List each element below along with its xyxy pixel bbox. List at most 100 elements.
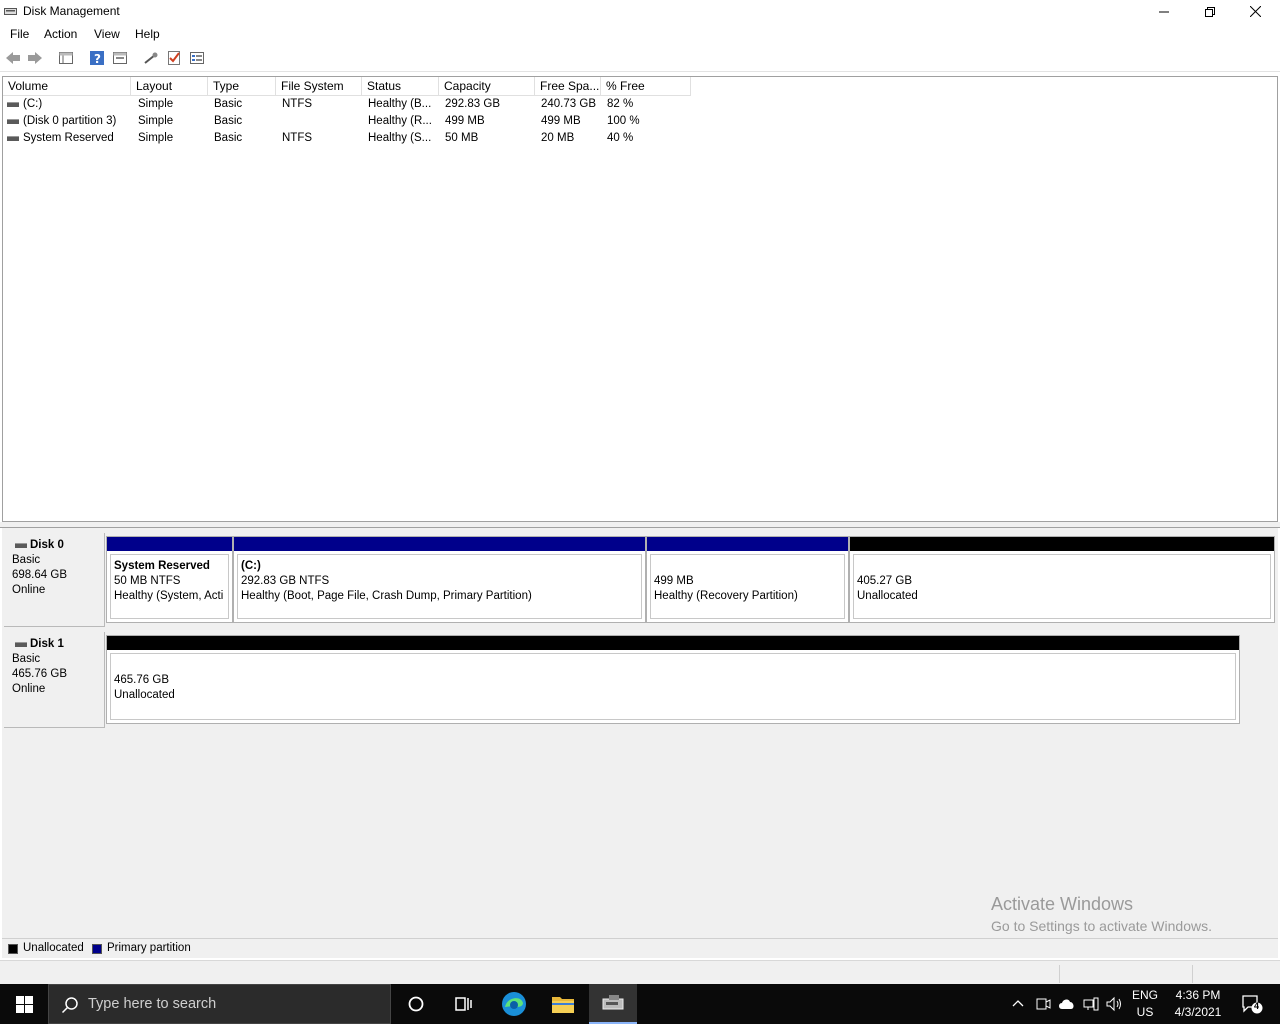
action-center-button[interactable]: 4 <box>1232 984 1272 1024</box>
disk-management-icon <box>4 8 17 15</box>
disk-type: Basic <box>12 653 41 665</box>
disk-icon <box>15 642 27 647</box>
cell-type: Basic <box>214 98 243 110</box>
title-bar: Disk Management <box>0 0 1280 23</box>
properties-icon[interactable] <box>112 50 128 66</box>
windows-logo-icon <box>15 995 33 1013</box>
disk-size: 698.64 GB <box>12 569 67 581</box>
task-view-icon <box>455 997 472 1011</box>
clock[interactable]: 4:36 PM 4/3/2021 <box>1166 988 1230 1019</box>
cell-file-system: NTFS <box>282 98 313 110</box>
checklist-icon[interactable] <box>166 50 182 66</box>
partition-title: System Reserved <box>114 560 210 572</box>
partition-unallocated-disk0[interactable]: 405.27 GB Unallocated <box>849 536 1275 623</box>
column-free-space[interactable]: Free Spa... <box>535 77 601 96</box>
table-row[interactable]: (Disk 0 partition 3) Simple Basic Health… <box>3 113 703 130</box>
taskbar: Type here to search ENG US 4:36 PM 4/3/2… <box>0 984 1280 1024</box>
primary-partition-swatch <box>92 944 102 954</box>
help-icon[interactable]: ? <box>89 50 105 66</box>
toolbar: ? <box>0 44 1280 72</box>
restore-button[interactable] <box>1187 0 1233 23</box>
console-tree-icon[interactable] <box>58 50 74 66</box>
partition-status: Healthy (Boot, Page File, Crash Dump, Pr… <box>241 590 532 602</box>
onedrive-cloud-icon[interactable] <box>1058 997 1076 1010</box>
cell-volume: (Disk 0 partition 3) <box>23 115 117 127</box>
folder-icon <box>552 997 574 1013</box>
disk-map: Disk 0 Basic 698.64 GB Online System Res… <box>2 528 1278 938</box>
cell-status: Healthy (R... <box>368 115 432 127</box>
minimize-icon <box>1159 11 1169 12</box>
partition-title <box>654 559 841 574</box>
drive-icon <box>7 102 19 107</box>
partition-status: Unallocated <box>857 590 918 602</box>
cell-type: Basic <box>214 115 243 127</box>
search-icon <box>61 997 78 1014</box>
column-status[interactable]: Status <box>362 77 439 96</box>
cell-free-space: 240.73 GB <box>541 98 596 110</box>
chevron-up-icon[interactable] <box>1012 998 1024 1008</box>
table-row[interactable]: System Reserved Simple Basic NTFS Health… <box>3 130 703 147</box>
primary-partition-bar <box>234 537 645 551</box>
cell-free-space: 499 MB <box>541 115 581 127</box>
column-volume[interactable]: Volume <box>3 77 131 96</box>
network-icon[interactable] <box>1083 996 1099 1012</box>
partition-c[interactable]: (C:) 292.83 GB NTFS Healthy (Boot, Page … <box>233 536 646 623</box>
partition-system-reserved[interactable]: System Reserved 50 MB NTFS Healthy (Syst… <box>106 536 233 623</box>
table-row[interactable]: (C:) Simple Basic NTFS Healthy (B... 292… <box>3 96 703 113</box>
disk-state: Online <box>12 584 46 596</box>
file-explorer-button[interactable] <box>539 984 587 1024</box>
activation-watermark: Activate Windows Go to Settings to activ… <box>991 894 1212 934</box>
cell-capacity: 499 MB <box>445 115 485 127</box>
back-arrow-icon[interactable] <box>5 50 21 66</box>
partition-recovery[interactable]: 499 MB Healthy (Recovery Partition) <box>646 536 849 623</box>
taskbar-search[interactable]: Type here to search <box>48 984 391 1024</box>
cortana-button[interactable] <box>392 984 440 1024</box>
partition-size: 405.27 GB <box>857 575 912 587</box>
disk-name: Disk 1 <box>30 638 64 650</box>
language-code: ENG <box>1131 988 1158 1002</box>
status-separator <box>1059 965 1060 983</box>
show-hide-icon[interactable] <box>189 50 205 66</box>
keyboard-layout: US <box>1136 1005 1154 1019</box>
cell-file-system: NTFS <box>282 132 313 144</box>
task-view-button[interactable] <box>440 984 488 1024</box>
menu-action[interactable]: Action <box>44 27 77 41</box>
forward-arrow-icon[interactable] <box>27 50 43 66</box>
cell-capacity: 50 MB <box>445 132 479 144</box>
start-button[interactable] <box>0 984 48 1024</box>
cell-percent-free: 40 % <box>607 132 634 144</box>
svg-text:?: ? <box>94 52 101 66</box>
disk-size: 465.76 GB <box>12 668 67 680</box>
menu-help[interactable]: Help <box>135 27 160 41</box>
drive-icon <box>7 136 19 141</box>
partition-unallocated-disk1[interactable]: 465.76 GB Unallocated <box>106 635 1240 724</box>
disk-icon <box>15 543 27 548</box>
column-file-system[interactable]: File System <box>276 77 362 96</box>
disk-1-label[interactable]: Disk 1 Basic 465.76 GB Online <box>4 632 105 728</box>
close-icon <box>1249 6 1261 17</box>
connect-icon[interactable] <box>143 50 159 66</box>
column-percent-free[interactable]: % Free <box>601 77 691 96</box>
column-capacity[interactable]: Capacity <box>439 77 535 96</box>
volume-list: Volume Layout Type File System Status Ca… <box>2 76 1278 522</box>
partition-status: Unallocated <box>114 689 175 701</box>
partition-size: 50 MB NTFS <box>114 575 181 587</box>
column-type[interactable]: Type <box>208 77 276 96</box>
cell-layout: Simple <box>138 98 174 110</box>
minimize-button[interactable] <box>1141 0 1187 23</box>
disk-management-taskbar-button[interactable] <box>589 984 637 1024</box>
edge-button[interactable] <box>490 984 538 1024</box>
meet-now-icon[interactable] <box>1035 996 1051 1012</box>
close-button[interactable] <box>1232 0 1278 23</box>
cell-type: Basic <box>214 132 243 144</box>
cell-layout: Simple <box>138 132 174 144</box>
column-layout[interactable]: Layout <box>131 77 208 96</box>
unallocated-bar <box>850 537 1274 551</box>
menu-view[interactable]: View <box>94 27 120 41</box>
language-indicator[interactable]: ENG US <box>1130 988 1160 1019</box>
legend-unallocated: Unallocated <box>23 942 84 954</box>
disk-0-label[interactable]: Disk 0 Basic 698.64 GB Online <box>4 533 105 627</box>
volume-speaker-icon[interactable] <box>1106 996 1124 1012</box>
cell-volume: System Reserved <box>23 132 114 144</box>
menu-file[interactable]: File <box>10 27 29 41</box>
